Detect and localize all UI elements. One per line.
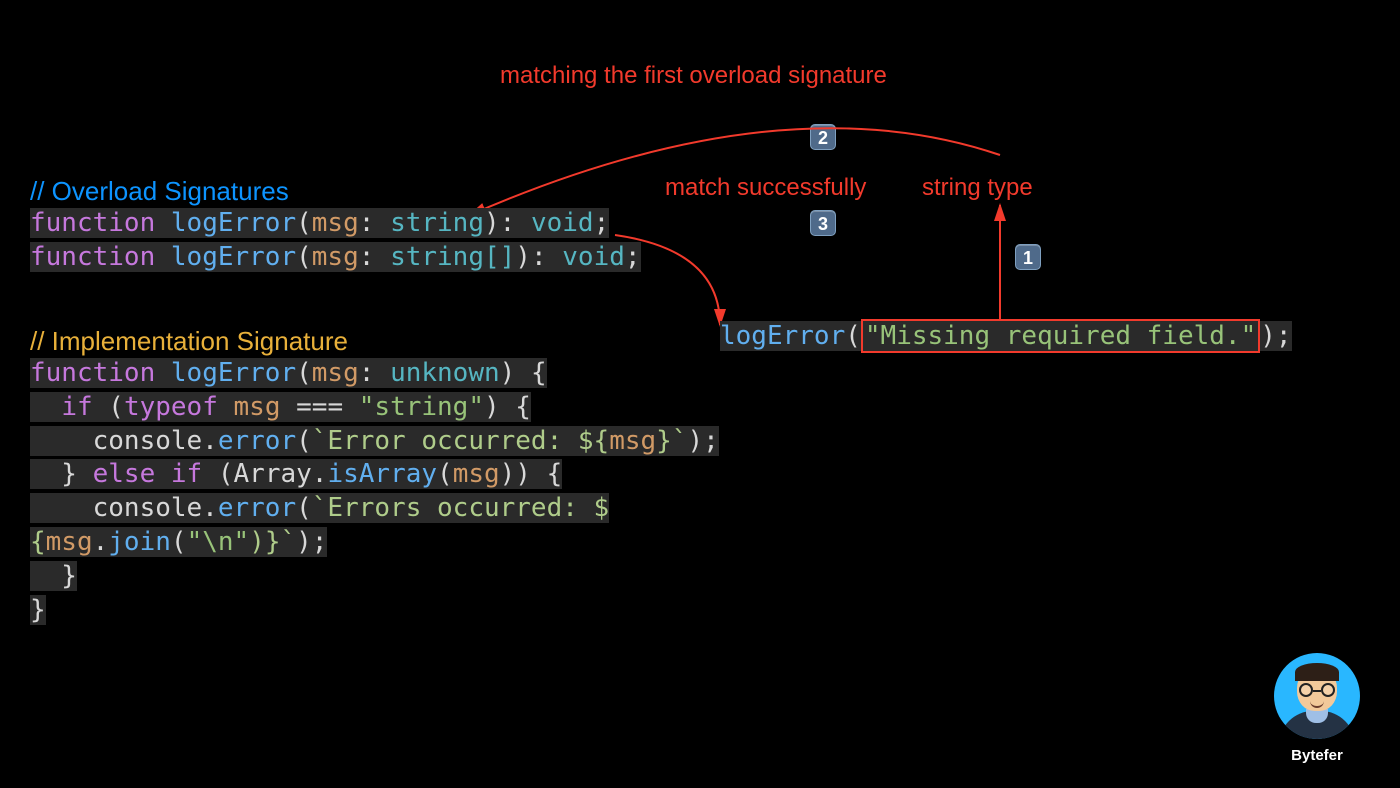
signature-2: function logError(msg: string[]): void; (30, 241, 641, 275)
comment-overload: // Overload Signatures (30, 176, 641, 207)
badge-3: 3 (810, 210, 836, 236)
impl-line-1: function logError(msg: unknown) { (30, 357, 719, 391)
author-name: Bytefer (1274, 747, 1360, 764)
impl-line-8: } (30, 594, 719, 628)
badge-2: 2 (810, 124, 836, 150)
signature-1: function logError(msg: string): void; (30, 207, 641, 241)
annotation-top: matching the first overload signature (500, 62, 887, 90)
annotation-match-success: match successfully (665, 174, 866, 202)
impl-line-2: if (typeof msg === "string") { (30, 391, 719, 425)
implementation-block: // Implementation Signature function log… (30, 326, 719, 627)
impl-line-5: console.error(`Errors occurred: $ (30, 492, 719, 526)
overload-block: // Overload Signatures function logError… (30, 176, 641, 275)
comment-impl: // Implementation Signature (30, 326, 719, 357)
impl-line-6: {msg.join("\n")}`); (30, 526, 719, 560)
badge-1: 1 (1015, 244, 1041, 270)
call-expression: logError("Missing required field."); (720, 320, 1292, 354)
impl-line-7: } (30, 560, 719, 594)
avatar (1274, 653, 1360, 739)
annotation-string-type: string type (922, 174, 1033, 202)
call-argument-highlight: "Missing required field." (861, 319, 1260, 353)
author-block: Bytefer (1274, 653, 1360, 764)
impl-line-3: console.error(`Error occurred: ${msg}`); (30, 425, 719, 459)
impl-line-4: } else if (Array.isArray(msg)) { (30, 458, 719, 492)
